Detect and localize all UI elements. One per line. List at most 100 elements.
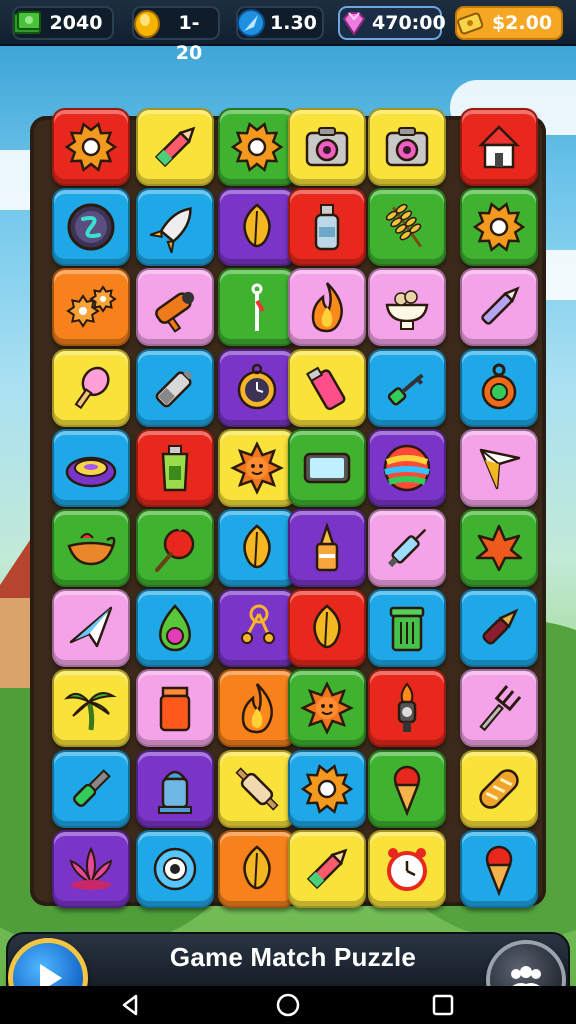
torch-icon xyxy=(397,682,417,733)
game-title: Game Match Puzzle xyxy=(169,942,417,972)
hydrant-icon xyxy=(158,770,192,814)
tile-r6-c6[interactable] xyxy=(460,509,538,587)
tile-r9-c6[interactable] xyxy=(460,749,538,828)
tile-r2-c5[interactable] xyxy=(368,188,446,267)
tile-r9-c3[interactable] xyxy=(218,749,296,828)
tile-r1-c2[interactable] xyxy=(136,108,214,186)
ice-cream-icon xyxy=(74,366,110,409)
resource-counter-cash[interactable]: 2040 xyxy=(12,6,114,40)
lighter-icon xyxy=(305,366,346,410)
tile-r9-c5[interactable] xyxy=(368,749,446,828)
tile-r5-c1[interactable] xyxy=(52,428,130,507)
amulet-icon xyxy=(481,363,517,409)
back-icon[interactable] xyxy=(118,992,144,1018)
tile-r8-c1[interactable] xyxy=(52,669,130,748)
tile-r10-c3[interactable] xyxy=(218,829,296,908)
tile-r4-c3[interactable] xyxy=(218,348,296,427)
ice-cream-cone-icon xyxy=(393,765,421,817)
tile-r3-c3[interactable] xyxy=(218,268,296,347)
chisel-icon xyxy=(73,768,111,807)
home-icon[interactable] xyxy=(275,992,301,1018)
resource-counter-gems[interactable]: 470:00 xyxy=(338,6,446,40)
tile-r5-c2[interactable] xyxy=(136,428,214,507)
tile-r10-c2[interactable] xyxy=(136,829,214,908)
resource-counter-feathers[interactable]: 1.30 xyxy=(236,6,324,40)
tile-r1-c6[interactable] xyxy=(460,108,538,186)
key-icon xyxy=(387,373,424,406)
tile-r6-c4[interactable] xyxy=(288,509,366,587)
tile-r9-c4[interactable] xyxy=(288,749,366,828)
tile-r3-c4[interactable] xyxy=(288,268,366,347)
tile-r4-c2[interactable] xyxy=(136,348,214,427)
lotus-icon xyxy=(69,846,113,890)
tile-r3-c5[interactable] xyxy=(368,268,446,347)
tile-r6-c3[interactable] xyxy=(218,509,296,587)
tile-r4-c6[interactable] xyxy=(460,348,538,427)
tile-r7-c6[interactable] xyxy=(460,589,538,668)
pipe-icon xyxy=(155,292,195,334)
tile-r1-c5[interactable] xyxy=(368,108,446,186)
tile-r7-c4[interactable] xyxy=(288,589,366,668)
tile-r7-c1[interactable] xyxy=(52,589,130,668)
tile-r7-c3[interactable] xyxy=(218,589,296,668)
pen-icon xyxy=(481,286,520,326)
rocket-icon xyxy=(149,207,192,254)
tile-r2-c2[interactable] xyxy=(136,188,214,267)
resource-value: 1.30 xyxy=(270,12,317,34)
tile-r2-c1[interactable] xyxy=(52,188,130,267)
camera-icon xyxy=(305,127,349,167)
tile-r7-c2[interactable] xyxy=(136,589,214,668)
tile-r4-c1[interactable] xyxy=(52,348,130,427)
arrow-icon xyxy=(479,448,521,490)
tile-r2-c6[interactable] xyxy=(460,188,538,267)
tile-r8-c2[interactable] xyxy=(136,669,214,748)
tile-r6-c1[interactable] xyxy=(52,509,130,587)
tile-r4-c4[interactable] xyxy=(288,348,366,427)
green-banknote-icon xyxy=(13,11,41,34)
wheat-icon xyxy=(385,204,422,248)
tile-r2-c4[interactable] xyxy=(288,188,366,267)
resource-value: 1-20 xyxy=(175,12,203,64)
pencil-icon xyxy=(306,848,348,889)
tile-r6-c5[interactable] xyxy=(368,509,446,587)
tile-r6-c2[interactable] xyxy=(136,509,214,587)
apple-icon xyxy=(155,524,195,572)
tile-r10-c1[interactable] xyxy=(52,829,130,908)
tile-r8-c3[interactable] xyxy=(218,669,296,748)
camera-icon xyxy=(385,127,429,167)
tile-r10-c5[interactable] xyxy=(368,829,446,908)
tile-r1-c3[interactable] xyxy=(218,108,296,186)
gold-coin-icon xyxy=(134,10,160,38)
food-bowl-icon xyxy=(385,290,429,331)
tile-r3-c2[interactable] xyxy=(136,268,214,347)
tile-r5-c3[interactable] xyxy=(218,428,296,507)
tile-r4-c5[interactable] xyxy=(368,348,446,427)
leaf-icon xyxy=(243,203,271,248)
tile-r9-c2[interactable] xyxy=(136,749,214,828)
tile-r8-c4[interactable] xyxy=(288,669,366,748)
recents-icon[interactable] xyxy=(430,992,456,1018)
tile-r5-c6[interactable] xyxy=(460,428,538,507)
game-screen: 2040 1-20 1.30 470:00 $2.00 Game Match P… xyxy=(0,0,576,1024)
tile-r2-c3[interactable] xyxy=(218,188,296,267)
puzzle-board xyxy=(30,108,546,908)
tile-r5-c4[interactable] xyxy=(288,428,366,507)
potion-icon xyxy=(159,604,191,652)
tile-r10-c6[interactable] xyxy=(460,829,538,908)
tile-r1-c1[interactable] xyxy=(52,108,130,186)
tile-r7-c5[interactable] xyxy=(368,589,446,668)
tile-r1-c4[interactable] xyxy=(288,108,366,186)
resource-counter-money[interactable]: $2.00 xyxy=(455,6,563,40)
battery-icon xyxy=(155,369,193,407)
tile-r8-c5[interactable] xyxy=(368,669,446,748)
tile-r9-c1[interactable] xyxy=(52,749,130,828)
tile-r8-c6[interactable] xyxy=(460,669,538,748)
tile-r3-c6[interactable] xyxy=(460,268,538,347)
resource-counter-coins[interactable]: 1-20 xyxy=(132,6,220,64)
sun-icon xyxy=(300,681,354,736)
fork-icon xyxy=(479,685,522,732)
tile-r5-c5[interactable] xyxy=(368,428,446,507)
tile-r3-c1[interactable] xyxy=(52,268,130,347)
pink-gem-icon xyxy=(342,12,366,36)
tile-r10-c4[interactable] xyxy=(288,829,366,908)
